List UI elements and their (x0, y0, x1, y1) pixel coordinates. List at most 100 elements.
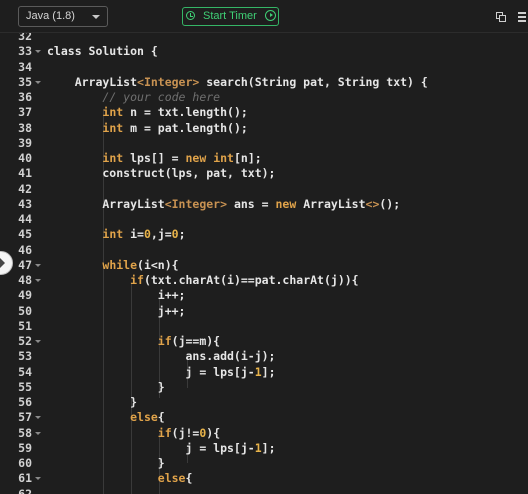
code-line[interactable]: 35 ArrayList<Integer> search(String pat,… (0, 75, 528, 90)
code-token: n = txt.length(); (123, 105, 248, 120)
clock-icon (186, 11, 195, 20)
code-text: } (47, 456, 165, 471)
code-text: j++; (47, 304, 186, 319)
code-line[interactable]: 37 int n = txt.length(); (0, 105, 528, 120)
code-line[interactable]: 51 (0, 319, 528, 334)
code-line[interactable]: 45 int i=0,j=0; (0, 227, 528, 242)
code-line[interactable]: 38 int m = pat.length(); (0, 121, 528, 136)
code-text: int lps[] = new int[n]; (47, 151, 261, 166)
line-number: 41 (18, 166, 32, 181)
code-line[interactable]: 32 (0, 33, 528, 44)
code-text: else{ (47, 410, 165, 425)
line-number: 32 (18, 33, 32, 43)
code-line[interactable]: 50 j++; (0, 304, 528, 319)
code-token: m = pat.length(); (123, 120, 248, 135)
code-line[interactable]: 53 ans.add(i-j); (0, 349, 528, 364)
language-select[interactable]: Java (1.8) (18, 6, 108, 27)
code-line[interactable]: 40 int lps[] = new int[n]; (0, 151, 528, 166)
code-token: (i<n){ (137, 257, 179, 272)
fold-arrow-icon[interactable] (35, 340, 41, 343)
code-token: else (130, 410, 158, 425)
line-number: 61 (18, 471, 32, 486)
menu-icon[interactable] (518, 12, 528, 22)
code-editor[interactable]: 32 33 class Solution {34 35 ArrayList<Integ… (0, 33, 528, 494)
fold-arrow-icon[interactable] (35, 431, 41, 435)
code-text: if(txt.charAt(i)==pat.charAt(j)){ (47, 273, 359, 288)
code-token: } (47, 379, 165, 394)
code-line[interactable]: 55 } (0, 380, 528, 395)
code-line[interactable]: 62 (0, 487, 528, 494)
line-number: 58 (18, 425, 32, 440)
line-number: 35 (18, 74, 32, 89)
code-token: ]; (261, 440, 276, 455)
code-line[interactable]: 58 if(j!=0){ (0, 426, 528, 441)
fold-arrow-icon[interactable] (35, 279, 41, 282)
fold-arrow-icon[interactable] (35, 416, 41, 420)
code-line[interactable]: 54 j = lps[j-1]; (0, 365, 528, 380)
code-token: if (157, 425, 172, 440)
code-token: } (47, 456, 165, 470)
code-line[interactable]: 44 (0, 212, 528, 227)
code-line[interactable]: 46 (0, 243, 528, 258)
fold-arrow-icon[interactable] (35, 477, 41, 481)
code-token: int (213, 151, 234, 165)
code-token: ){ (206, 425, 221, 440)
code-token: else (157, 471, 186, 486)
editor-toolbar: Java (1.8) Start Timer (0, 0, 528, 33)
code-line[interactable]: 33 class Solution { (0, 44, 528, 59)
code-text: if(j==m){ (47, 334, 220, 349)
code-line[interactable]: 34 (0, 60, 528, 75)
code-token: <Integer> (164, 196, 228, 211)
copy-icon[interactable] (496, 12, 506, 22)
fold-arrow-icon[interactable] (35, 80, 41, 84)
code-token: 1 (254, 440, 262, 455)
line-number: 37 (18, 105, 32, 120)
code-token: ,j= (150, 227, 172, 242)
language-select-value: Java (1.8) (26, 10, 75, 22)
fold-arrow-icon[interactable] (35, 263, 41, 267)
line-number: 59 (18, 440, 32, 455)
code-text: int n = txt.length(); (47, 105, 248, 120)
code-line[interactable]: 59 j = lps[j-1]; (0, 441, 528, 456)
code-line[interactable]: 57 else{ (0, 410, 528, 425)
code-line[interactable]: 48 if(txt.charAt(i)==pat.charAt(j)){ (0, 273, 528, 288)
line-number: 33 (18, 44, 32, 59)
code-text: else{ (47, 471, 193, 486)
code-line[interactable]: 36 // your code here (0, 90, 528, 105)
code-line[interactable]: 60 } (0, 456, 528, 471)
code-token: <> (365, 196, 380, 211)
code-line[interactable]: 61 else{ (0, 471, 528, 486)
fold-arrow-icon[interactable] (35, 50, 41, 54)
code-line[interactable]: 39 (0, 136, 528, 151)
code-token: ans.add(i-j); (47, 349, 276, 364)
code-line[interactable]: 42 (0, 182, 528, 197)
code-token: class Solution { (47, 44, 158, 59)
code-token: ; (178, 227, 186, 242)
code-token: int (102, 151, 124, 165)
code-line[interactable]: 47 while(i<n){ (0, 258, 528, 273)
code-token: 0 (171, 227, 179, 242)
code-line[interactable]: 43 ArrayList<Integer> ans = new ArrayLis… (0, 197, 528, 212)
code-token: 1 (254, 364, 262, 379)
line-number: 52 (18, 334, 32, 348)
code-text: i++; (47, 288, 186, 303)
line-number: 56 (18, 395, 32, 409)
code-text: ans.add(i-j); (47, 349, 275, 364)
code-token: i++; (47, 288, 186, 303)
code-token: int (102, 120, 124, 135)
code-line[interactable]: 41 construct(lps, pat, txt); (0, 166, 528, 181)
code-line[interactable]: 52 if(j==m){ (0, 334, 528, 349)
code-line[interactable]: 49 i++; (0, 288, 528, 303)
code-line[interactable]: 56 } (0, 395, 528, 410)
code-token: new (275, 196, 297, 211)
start-timer-button[interactable]: Start Timer (182, 7, 279, 26)
line-number: 39 (18, 135, 32, 150)
code-text: } (47, 395, 137, 410)
code-text: while(i<n){ (47, 257, 179, 273)
